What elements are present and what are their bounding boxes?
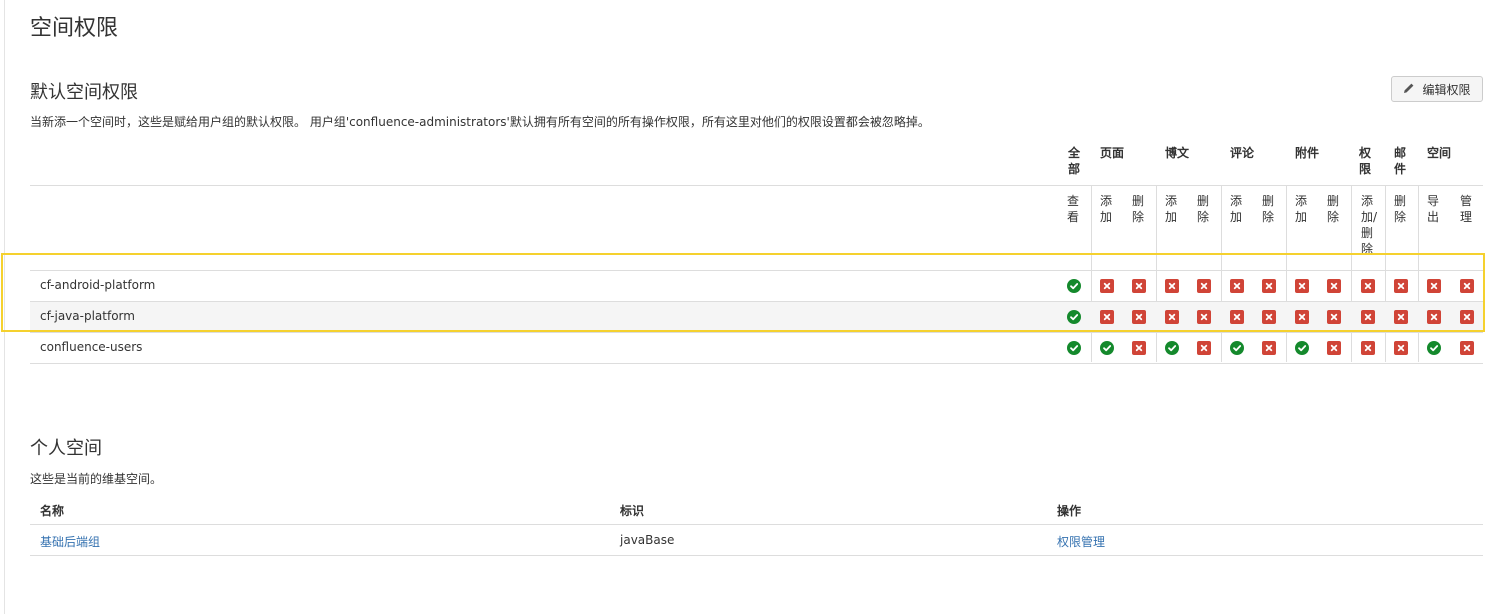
- permission-group-header: 博文: [1165, 146, 1190, 160]
- pencil-icon: [1403, 82, 1415, 97]
- group-name: confluence-users: [40, 340, 143, 354]
- cross-icon: [1262, 341, 1276, 355]
- cross-icon: [1262, 310, 1276, 324]
- column-separator: [1385, 186, 1386, 362]
- cross-icon: [1460, 310, 1474, 324]
- page-left-border: [4, 0, 5, 614]
- check-icon: [1067, 341, 1081, 355]
- cross-icon: [1197, 310, 1211, 324]
- cross-icon: [1197, 279, 1211, 293]
- permission-column-header: 导出: [1427, 194, 1440, 224]
- column-header-name: 名称: [40, 504, 65, 518]
- column-separator: [1351, 186, 1352, 362]
- permission-column-header: 删除: [1197, 194, 1210, 224]
- cross-icon: [1394, 279, 1408, 293]
- permission-column-header: 添加: [1100, 194, 1113, 224]
- cross-icon: [1327, 341, 1341, 355]
- check-icon: [1067, 279, 1081, 293]
- personal-spaces-description: 这些是当前的维基空间。: [30, 472, 163, 486]
- permission-column-header: 添加: [1295, 194, 1308, 224]
- check-icon: [1067, 310, 1081, 324]
- permission-management-link[interactable]: 权限管理: [1057, 533, 1105, 550]
- cross-icon: [1361, 310, 1375, 324]
- table-bottom-divider: [30, 555, 1483, 556]
- edit-permissions-label: 编辑权限: [1422, 82, 1471, 97]
- cross-icon: [1394, 341, 1408, 355]
- row-divider: [30, 332, 1483, 333]
- cross-icon: [1394, 310, 1408, 324]
- cross-icon: [1460, 341, 1474, 355]
- column-separator: [1418, 186, 1419, 362]
- header-divider: [30, 185, 1483, 186]
- permission-group-header: 权限: [1359, 146, 1372, 176]
- cross-icon: [1132, 310, 1146, 324]
- permission-column-header: 删除: [1394, 194, 1407, 224]
- column-separator: [1221, 186, 1222, 362]
- cross-icon: [1165, 279, 1179, 293]
- cross-icon: [1132, 341, 1146, 355]
- group-name: cf-java-platform: [40, 309, 135, 323]
- cross-icon: [1132, 279, 1146, 293]
- permission-column-header: 添加: [1165, 194, 1178, 224]
- cross-icon: [1295, 279, 1309, 293]
- permission-group-header: 全部: [1068, 146, 1081, 176]
- subheader-divider: [30, 270, 1483, 271]
- cross-icon: [1230, 279, 1244, 293]
- permission-group-header: 评论: [1230, 146, 1255, 160]
- cross-icon: [1100, 279, 1114, 293]
- check-icon: [1427, 341, 1441, 355]
- row-divider: [30, 363, 1483, 364]
- space-name-link[interactable]: 基础后端组: [40, 533, 100, 550]
- permission-column-header: 查看: [1067, 194, 1080, 224]
- cross-icon: [1361, 341, 1375, 355]
- permission-column-header: 添加: [1230, 194, 1243, 224]
- check-icon: [1295, 341, 1309, 355]
- table-divider: [30, 524, 1483, 525]
- cross-icon: [1460, 279, 1474, 293]
- check-icon: [1100, 341, 1114, 355]
- permission-column-header: 删除: [1327, 194, 1340, 224]
- personal-spaces-title: 个人空间: [30, 438, 102, 459]
- cross-icon: [1327, 279, 1341, 293]
- permission-group-header: 页面: [1100, 146, 1125, 160]
- column-header-actions: 操作: [1057, 504, 1082, 518]
- cross-icon: [1427, 279, 1441, 293]
- permission-column-header: 管理: [1460, 194, 1473, 224]
- permission-group-header: 空间: [1427, 146, 1452, 160]
- space-key: javaBase: [620, 533, 675, 547]
- permission-column-header: 删除: [1132, 194, 1145, 224]
- cross-icon: [1427, 310, 1441, 324]
- permission-column-header: 添加/删除: [1361, 194, 1378, 256]
- default-permissions-title: 默认空间权限: [30, 82, 138, 103]
- column-separator: [1156, 186, 1157, 362]
- cross-icon: [1327, 310, 1341, 324]
- column-separator: [1286, 186, 1287, 362]
- permission-group-header: 附件: [1295, 146, 1320, 160]
- cross-icon: [1100, 310, 1114, 324]
- permission-column-header: 删除: [1262, 194, 1275, 224]
- cross-icon: [1361, 279, 1375, 293]
- column-header-key: 标识: [620, 504, 645, 518]
- cross-icon: [1295, 310, 1309, 324]
- cross-icon: [1197, 341, 1211, 355]
- group-name: cf-android-platform: [40, 278, 156, 292]
- default-permissions-description: 当新添一个空间时，这些是赋给用户组的默认权限。 用户组'confluence-a…: [30, 115, 930, 129]
- page-title: 空间权限: [30, 16, 119, 41]
- cross-icon: [1230, 310, 1244, 324]
- edit-permissions-button[interactable]: 编辑权限: [1391, 76, 1483, 102]
- check-icon: [1165, 341, 1179, 355]
- column-separator: [1091, 186, 1092, 362]
- cross-icon: [1262, 279, 1276, 293]
- permission-group-header: 邮件: [1394, 146, 1407, 176]
- check-icon: [1230, 341, 1244, 355]
- cross-icon: [1165, 310, 1179, 324]
